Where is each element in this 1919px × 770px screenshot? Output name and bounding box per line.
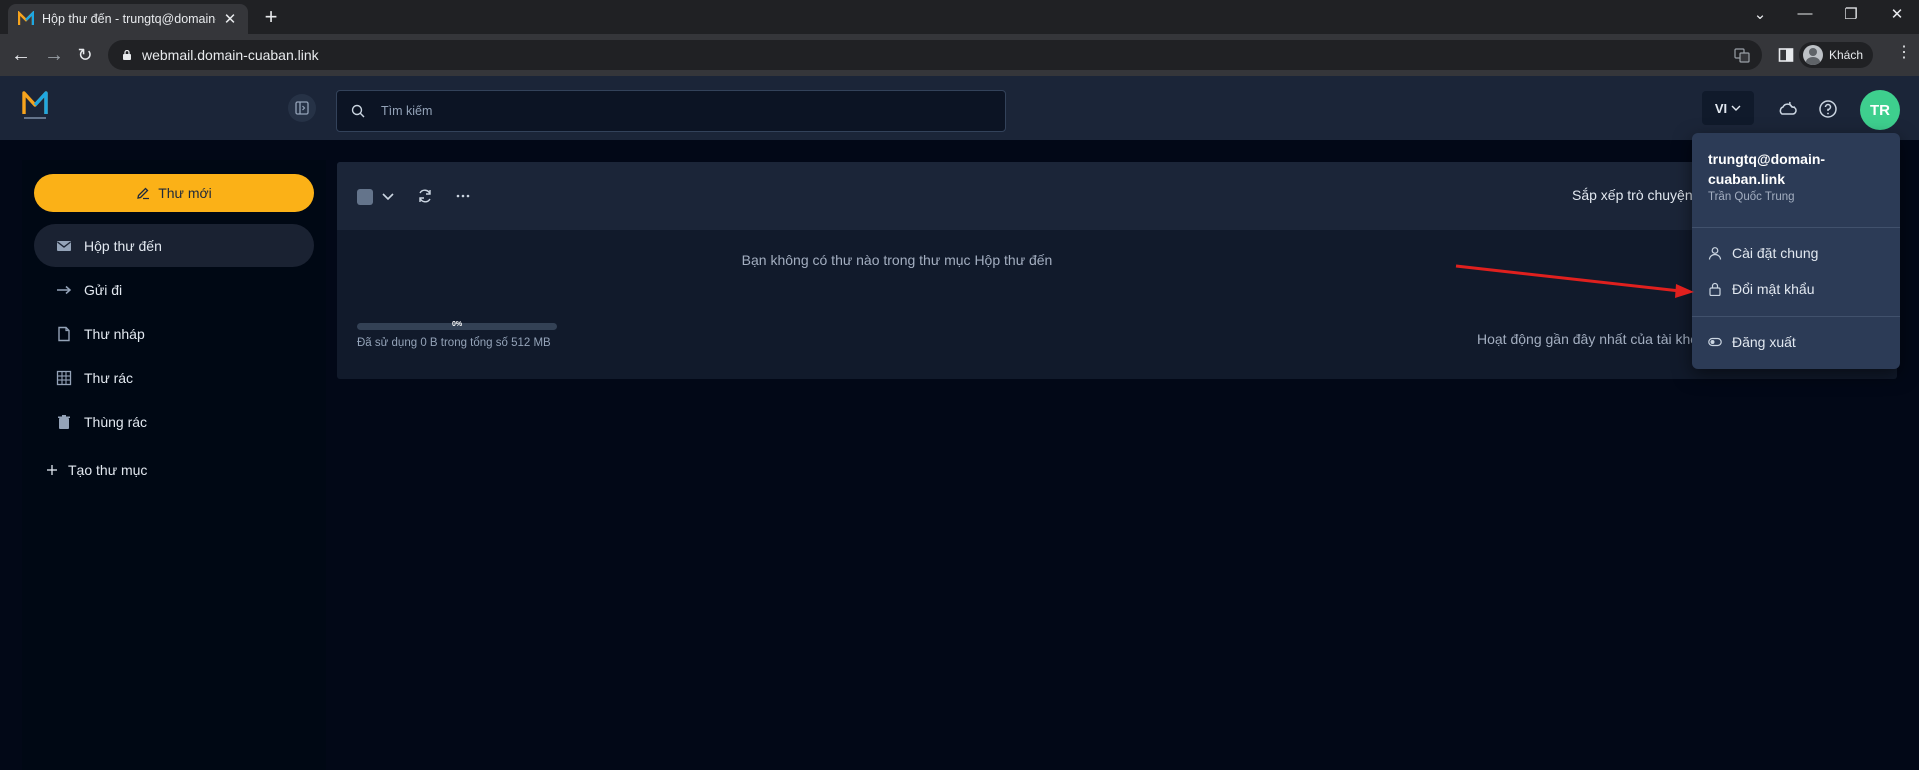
menu-item-logout[interactable]: Đăng xuất — [1708, 334, 1796, 350]
refresh-icon[interactable] — [416, 187, 434, 205]
sidebar-toggle-button[interactable] — [288, 94, 316, 122]
language-selector[interactable]: VI — [1702, 91, 1754, 125]
quota-percent: 0% — [451, 321, 463, 328]
toggle-logout-icon — [1708, 337, 1722, 347]
forward-icon[interactable]: → — [42, 43, 66, 67]
menu-kebab-icon[interactable]: ⋮ — [1896, 44, 1912, 62]
logout-label: Đăng xuất — [1732, 334, 1796, 350]
user-icon — [1708, 247, 1722, 260]
sidebar-item-label: Thư nháp — [84, 325, 145, 342]
mail-logo-icon — [18, 11, 34, 25]
tab-search-icon[interactable]: ⌄ — [1746, 5, 1774, 23]
menu-item-settings[interactable]: Cài đặt chung — [1708, 245, 1818, 261]
sort-label[interactable]: Sắp xếp trò chuyện: — [1572, 187, 1697, 203]
sent-arrow-icon — [57, 285, 72, 294]
empty-inbox-message: Bạn không có thư nào trong thư mục Hộp t… — [741, 252, 1053, 268]
user-menu-dropdown: trungtq@domain-cuaban.link Trần Quốc Tru… — [1692, 133, 1900, 369]
reload-icon[interactable]: ↻ — [73, 43, 97, 67]
menu-item-change-password[interactable]: Đổi mật khẩu — [1708, 281, 1814, 297]
language-label: VI — [1714, 100, 1728, 116]
compose-button[interactable]: Thư mới — [34, 174, 314, 212]
pencil-icon — [137, 187, 150, 200]
sidebar-item-inbox[interactable]: Hộp thư đến — [34, 224, 314, 267]
close-window-icon[interactable]: ✕ — [1883, 5, 1911, 23]
change-password-label: Đổi mật khẩu — [1732, 281, 1815, 297]
draft-file-icon — [58, 326, 70, 341]
chevron-down-icon — [1731, 105, 1741, 111]
sidebar-item-label: Gửi đi — [84, 281, 123, 298]
sidebar-item-drafts[interactable]: Thư nháp — [34, 312, 314, 355]
sidebar: Thư mới Hộp thư đến Gửi đi Thư nháp Thư … — [22, 160, 326, 770]
mail-list-panel: Sắp xếp trò chuyện: Bạn không có thư nào… — [337, 162, 1897, 379]
menu-divider — [1692, 227, 1900, 228]
back-icon[interactable]: ← — [9, 43, 33, 67]
browser-tab-strip: Hộp thư đến - trungtq@domain-cuaban.link… — [0, 0, 1919, 34]
chevron-down-icon[interactable] — [379, 187, 397, 205]
sidebar-item-label: Thư rác — [84, 369, 134, 386]
user-email: trungtq@domain-cuaban.link — [1708, 151, 1826, 187]
menu-divider — [1692, 316, 1900, 317]
sidebar-item-label: Hộp thư đến — [84, 237, 162, 254]
new-folder-button[interactable]: Tạo thư mục — [46, 462, 147, 478]
side-panel-icon[interactable] — [1778, 47, 1794, 63]
plus-icon — [47, 465, 57, 475]
user-full-name: Trần Quốc Trung — [1708, 191, 1795, 203]
user-avatar[interactable]: TR — [1860, 90, 1900, 130]
app-logo[interactable] — [22, 90, 48, 122]
close-tab-icon[interactable]: ✕ — [222, 10, 238, 28]
settings-label: Cài đặt chung — [1732, 245, 1819, 261]
tab-title: Hộp thư đến - trungtq@domain-cuaban.link — [42, 12, 216, 26]
search-box[interactable] — [336, 90, 1006, 132]
storage-quota-text: Đã sử dụng 0 B trong tổng số 512 MB — [357, 337, 551, 349]
browser-tab[interactable]: Hộp thư đến - trungtq@domain-cuaban.link… — [8, 4, 248, 34]
browser-toolbar: ← → ↻ webmail.domain-cuaban.link Khách ⋮ — [0, 34, 1919, 76]
new-folder-label: Tạo thư mục — [68, 462, 148, 478]
profile-button[interactable]: Khách — [1799, 42, 1874, 68]
sidebar-item-label: Thùng rác — [84, 413, 148, 430]
minimize-icon[interactable]: — — [1791, 5, 1819, 22]
translate-icon[interactable] — [1734, 47, 1750, 63]
sidebar-item-spam[interactable]: Thư rác — [34, 356, 314, 399]
more-options-icon[interactable] — [454, 187, 472, 205]
trash-icon — [58, 414, 70, 429]
compose-label: Thư mới — [158, 185, 212, 201]
address-bar[interactable]: webmail.domain-cuaban.link — [108, 40, 1762, 70]
inbox-icon — [57, 240, 71, 251]
app-header: VI TR — [0, 76, 1919, 140]
search-icon — [351, 104, 365, 118]
help-icon[interactable] — [1818, 99, 1838, 119]
storage-quota-bar: 0% — [357, 321, 557, 330]
lock-icon — [123, 50, 131, 60]
spam-grid-icon — [56, 370, 72, 385]
theme-toggle-icon[interactable] — [1778, 99, 1798, 119]
search-input[interactable] — [381, 104, 981, 118]
sidebar-item-trash[interactable]: Thùng rác — [34, 400, 314, 443]
profile-label: Khách — [1829, 48, 1864, 62]
profile-avatar-icon — [1803, 45, 1823, 65]
url-text: webmail.domain-cuaban.link — [142, 47, 319, 63]
lock-icon — [1709, 282, 1721, 296]
select-all-checkbox[interactable] — [357, 189, 373, 205]
mail-toolbar: Sắp xếp trò chuyện: — [337, 162, 1897, 230]
panel-toggle-icon — [295, 101, 309, 115]
new-tab-button[interactable]: + — [260, 6, 282, 28]
restore-icon[interactable]: ❐ — [1837, 5, 1865, 23]
sidebar-item-sent[interactable]: Gửi đi — [34, 268, 314, 311]
recent-activity-link[interactable]: Hoạt động gần đây nhất của tài khoản — [1477, 331, 1714, 347]
